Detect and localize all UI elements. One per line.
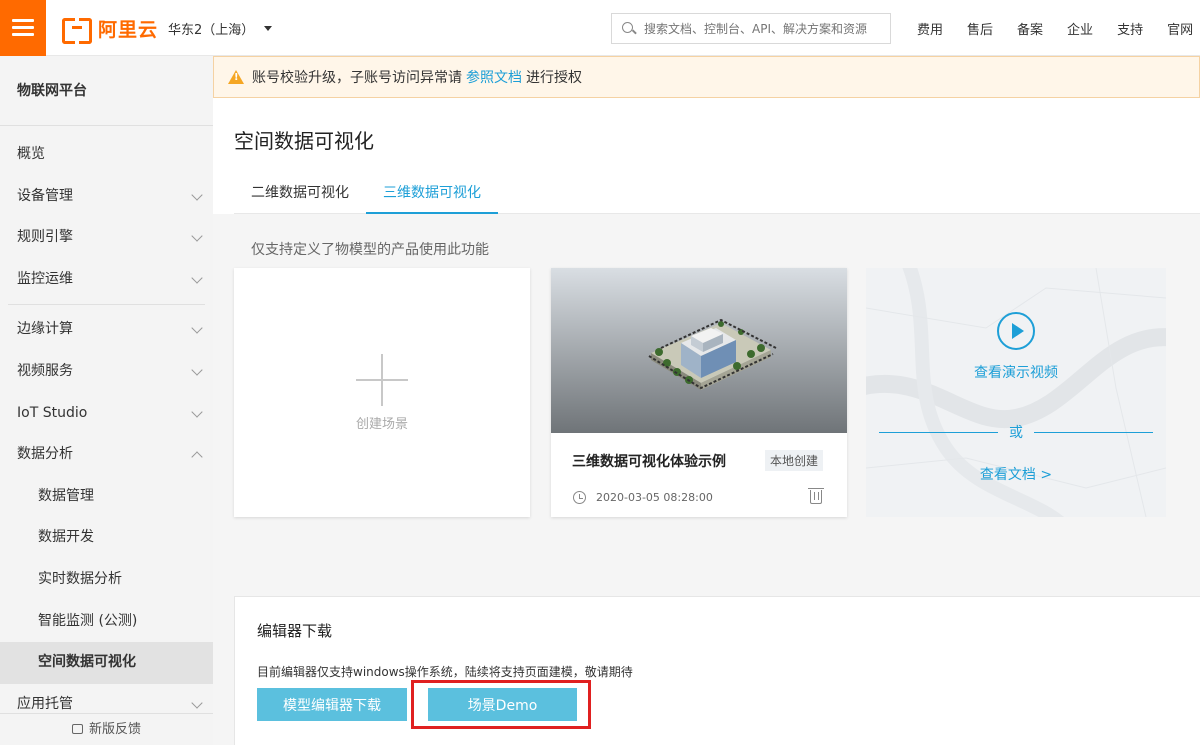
global-search[interactable] — [611, 13, 891, 44]
sidebar-item-rule-engine[interactable]: 规则引擎 — [0, 217, 213, 259]
notice-banner: 账号校验升级，子账号访问异常请 参照文档 进行授权 — [213, 56, 1200, 98]
search-icon — [622, 21, 636, 36]
clock-icon — [573, 491, 586, 504]
sidebar-item-label: 实时数据分析 — [38, 570, 122, 587]
search-input[interactable] — [644, 21, 884, 36]
page-title: 空间数据可视化 — [234, 129, 374, 153]
demo-scene-card[interactable]: 三维数据可视化体验示例 本地创建 2020-03-05 08:28:00 — [551, 268, 847, 517]
sidebar-item-data-development[interactable]: 数据开发 — [0, 517, 213, 559]
chevron-down-icon — [191, 230, 203, 242]
sidebar: 物联网平台 概览 设备管理 规则引擎 监控运维 边缘计算 视频服务 IoT St… — [0, 56, 213, 745]
watch-demo-video-link[interactable]: 查看演示视频 — [866, 362, 1166, 382]
chevron-down-icon — [191, 188, 203, 201]
scene-thumbnail[interactable] — [551, 268, 847, 433]
sidebar-item-spatial-visualization[interactable]: 空间数据可视化 — [0, 642, 213, 684]
sidebar-item-label: 应用托管 — [17, 695, 73, 712]
create-scene-card[interactable]: 创建场景 — [234, 268, 530, 517]
demo-scene-name: 三维数据可视化体验示例 — [572, 454, 726, 470]
sidebar-item-data-management[interactable]: 数据管理 — [0, 476, 213, 518]
sidebar-item-realtime-analysis[interactable]: 实时数据分析 — [0, 559, 213, 601]
region-selector[interactable]: 华东2（上海） — [168, 19, 273, 38]
sidebar-item-label: 概览 — [17, 146, 45, 162]
caret-down-icon — [264, 26, 273, 31]
sidebar-item-label: 数据管理 — [38, 487, 94, 504]
chevron-down-icon — [191, 364, 203, 376]
sidebar-item-overview[interactable]: 概览 — [0, 134, 213, 176]
aliyun-logo-icon — [62, 18, 92, 44]
nav-after-sales[interactable]: 售后 — [967, 19, 993, 38]
demo-scene-time: 2020-03-05 08:28:00 — [596, 491, 713, 504]
sidebar-item-data-analysis[interactable]: 数据分析 — [0, 434, 213, 476]
top-nav: 费用 售后 备案 企业 支持 官网 — [905, 0, 1200, 56]
help-card: 查看演示视频 或 查看文档 > — [866, 268, 1166, 517]
sidebar-divider — [8, 304, 205, 306]
play-icon[interactable] — [997, 312, 1035, 350]
tab-2d-visualization[interactable]: 二维数据可视化 — [234, 175, 366, 214]
aliyun-logo[interactable]: 阿里云 — [62, 15, 159, 44]
sidebar-item-video-service[interactable]: 视频服务 — [0, 351, 213, 393]
editor-download-desc: 目前编辑器仅支持windows操作系统，陆续将支持页面建模，敬请期待 — [257, 665, 633, 679]
sidebar-item-smart-monitoring[interactable]: 智能监测 (公测) — [0, 601, 213, 643]
tab-3d-visualization[interactable]: 三维数据可视化 — [366, 175, 498, 214]
sidebar-item-iot-studio[interactable]: IoT Studio — [0, 393, 213, 435]
sidebar-item-monitoring[interactable]: 监控运维 — [0, 259, 213, 301]
view-docs-link[interactable]: 查看文档 > — [866, 464, 1166, 484]
brand-name: 阿里云 — [98, 18, 159, 41]
sidebar-item-label: 视频服务 — [17, 362, 73, 379]
sidebar-item-label: 设备管理 — [17, 187, 73, 204]
warning-icon — [228, 70, 244, 84]
nav-official-site[interactable]: 官网 — [1167, 19, 1193, 38]
editor-download-title: 编辑器下载 — [257, 622, 333, 640]
trash-icon[interactable] — [808, 488, 824, 504]
chevron-down-icon — [191, 697, 203, 709]
notice-text-after: 进行授权 — [526, 70, 582, 86]
feedback-icon — [71, 724, 83, 734]
nav-enterprise[interactable]: 企业 — [1067, 19, 1093, 38]
top-bar: 阿里云 华东2（上海） 费用 售后 备案 企业 支持 官网 — [0, 0, 1200, 56]
notice-doc-link[interactable]: 参照文档 — [466, 67, 522, 87]
chevron-down-icon — [191, 405, 203, 418]
plus-icon — [356, 354, 408, 406]
divider-line — [1034, 432, 1153, 433]
create-scene-label: 创建场景 — [355, 417, 408, 432]
feedback-button[interactable]: 新版反馈 — [0, 713, 213, 745]
nav-support[interactable]: 支持 — [1117, 19, 1143, 38]
local-created-badge: 本地创建 — [765, 450, 824, 471]
sidebar-item-device-management[interactable]: 设备管理 — [0, 176, 213, 218]
chevron-up-icon — [191, 451, 203, 463]
nav-icp-filing[interactable]: 备案 — [1017, 19, 1043, 38]
tab-bar: 二维数据可视化 三维数据可视化 — [234, 175, 1200, 214]
sidebar-item-edge-computing[interactable]: 边缘计算 — [0, 309, 213, 351]
sidebar-item-label: 数据开发 — [38, 529, 94, 546]
nav-fees[interactable]: 费用 — [917, 19, 943, 38]
model-editor-download-button[interactable]: 模型编辑器下载 — [257, 688, 407, 721]
sidebar-item-label: 空间数据可视化 — [38, 654, 136, 671]
hamburger-menu-icon[interactable] — [0, 0, 46, 56]
sidebar-item-label: 边缘计算 — [17, 321, 73, 338]
feature-hint: 仅支持定义了物模型的产品使用此功能 — [251, 242, 489, 258]
editor-download-panel: 编辑器下载 目前编辑器仅支持windows操作系统，陆续将支持页面建模，敬请期待… — [234, 596, 1200, 745]
sidebar-item-label: 规则引擎 — [17, 229, 73, 246]
building-3d-thumbnail — [648, 318, 777, 390]
chevron-down-icon — [191, 272, 203, 284]
sidebar-item-label: IoT Studio — [17, 404, 88, 421]
sidebar-item-label: 数据分析 — [17, 446, 73, 463]
notice-text: 账号校验升级，子账号访问异常请 — [252, 70, 462, 86]
feedback-label: 新版反馈 — [88, 722, 141, 737]
sidebar-item-label: 监控运维 — [17, 270, 73, 287]
region-label: 华东2（上海） — [168, 23, 255, 38]
sidebar-title: 物联网平台 — [0, 56, 213, 126]
chevron-down-icon — [191, 322, 203, 335]
sidebar-item-label: 智能监测 (公测) — [38, 612, 138, 629]
scene-demo-button[interactable]: 场景Demo — [428, 688, 577, 721]
